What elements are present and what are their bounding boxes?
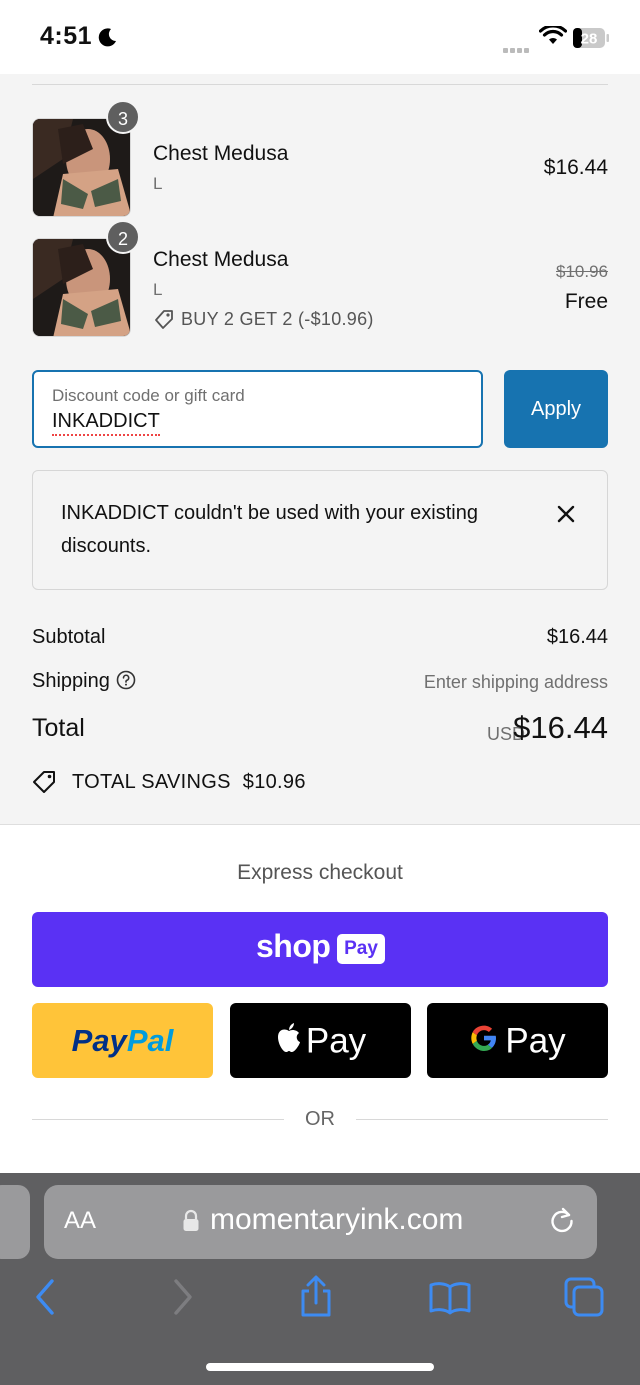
browser-toolbar: AA momentaryink.com xyxy=(0,1173,640,1385)
shipping-row: Shipping xyxy=(32,670,136,693)
discount-field-label: Discount code or gift card xyxy=(52,386,245,405)
shipping-value: Enter shipping address xyxy=(423,672,608,692)
promo-label: BUY 2 GET 2 (-$10.96) xyxy=(153,308,374,330)
battery-icon: 28 xyxy=(573,28,609,48)
apple-pay-button[interactable]: Pay xyxy=(230,1003,411,1078)
address-bar[interactable]: AA momentaryink.com xyxy=(44,1185,597,1259)
order-summary: 3 Chest Medusa L $16.44 2 Chest Medusa L… xyxy=(0,74,640,824)
total-label: Total xyxy=(32,714,85,742)
express-checkout-title: Express checkout xyxy=(237,861,403,884)
apply-button[interactable]: Apply xyxy=(504,370,608,448)
google-pay-button[interactable]: Pay xyxy=(427,1003,608,1078)
product-name: Chest Medusa xyxy=(153,248,289,271)
tag-icon xyxy=(155,310,173,329)
shop-pay-badge: Pay xyxy=(337,934,385,964)
express-checkout: Express checkout shop Pay PayPal Pay Pay… xyxy=(0,824,640,1174)
shop-logo-text: shop xyxy=(256,928,331,964)
savings-tag-icon xyxy=(33,771,55,793)
paypal-logo-part1: Pay xyxy=(71,1023,127,1058)
shipping-label: Shipping xyxy=(32,670,110,692)
quantity-badge: 3 xyxy=(106,100,140,134)
moon-icon xyxy=(98,28,116,47)
error-message: INKADDICT couldn't be used with your exi… xyxy=(61,502,478,557)
discount-field-value[interactable]: INKADDICT xyxy=(52,410,160,436)
total-value: $16.44 xyxy=(513,710,608,745)
savings-value: $10.96 xyxy=(242,771,306,793)
subtotal-label: Subtotal xyxy=(32,626,106,648)
status-time: 4:51 xyxy=(40,22,93,50)
discount-code-input[interactable]: Discount code or gift card INKADDICT xyxy=(32,370,483,448)
status-bar: 4:51 28 xyxy=(0,0,640,74)
lock-icon xyxy=(183,1209,199,1231)
quantity-badge: 2 xyxy=(106,220,140,254)
back-icon[interactable] xyxy=(24,1275,68,1319)
subtotal-value: $16.44 xyxy=(546,626,608,648)
forward-icon[interactable] xyxy=(160,1275,204,1319)
google-g-icon xyxy=(471,1025,497,1051)
reload-icon[interactable] xyxy=(547,1205,577,1235)
original-price: $10.96 xyxy=(556,262,608,281)
reader-options-button[interactable]: AA xyxy=(64,1207,96,1235)
bookmarks-icon[interactable] xyxy=(428,1275,472,1319)
wifi-icon xyxy=(539,26,567,44)
close-icon[interactable] xyxy=(553,501,579,527)
apple-icon xyxy=(277,1022,300,1052)
tabs-icon[interactable] xyxy=(562,1275,606,1319)
help-icon[interactable] xyxy=(116,670,136,690)
product-price: $16.44 xyxy=(543,156,608,179)
product-variant: L xyxy=(153,174,163,193)
savings-label: TOTAL SAVINGS xyxy=(72,771,231,793)
url-text[interactable]: momentaryink.com xyxy=(210,1203,463,1237)
previous-tab-pill[interactable] xyxy=(0,1185,30,1259)
product-variant: L xyxy=(153,280,163,299)
discount-error-banner: INKADDICT couldn't be used with your exi… xyxy=(32,470,608,590)
paypal-button[interactable]: PayPal xyxy=(32,1003,213,1078)
product-name: Chest Medusa xyxy=(153,142,289,165)
google-pay-label: Pay xyxy=(505,1021,566,1061)
signal-icon xyxy=(503,40,531,58)
promo-text: BUY 2 GET 2 (-$10.96) xyxy=(181,309,374,329)
share-icon[interactable] xyxy=(294,1275,338,1319)
battery-level: 28 xyxy=(581,31,598,48)
paypal-logo-part2: Pal xyxy=(126,1023,174,1058)
shop-pay-button[interactable]: shop Pay xyxy=(32,912,608,987)
product-price: Free xyxy=(564,290,608,313)
divider xyxy=(32,84,608,85)
home-indicator[interactable] xyxy=(206,1363,434,1371)
apple-pay-label: Pay xyxy=(305,1021,367,1061)
total-savings: TOTAL SAVINGS $10.96 xyxy=(32,768,306,794)
or-label: OR xyxy=(305,1108,335,1130)
